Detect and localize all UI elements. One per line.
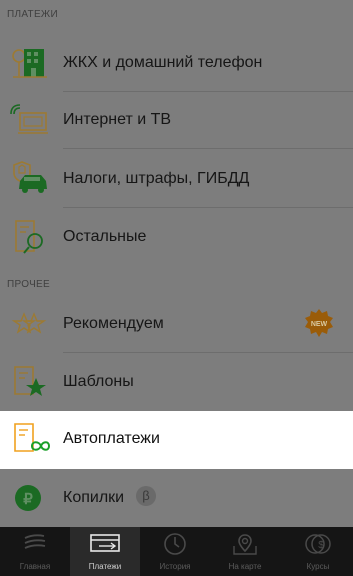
other-item-templates[interactable]: Шаблоны — [0, 354, 353, 411]
payment-item-taxes-fines[interactable]: Налоги, штрафы, ГИБДД — [0, 151, 353, 208]
item-label: ЖКХ и домашний телефон — [63, 54, 263, 71]
stars-icon — [11, 312, 47, 334]
piggy-ruble-icon: ₽ — [15, 485, 41, 511]
item-label: Рекомендуем — [63, 315, 164, 332]
payment-item-utilities[interactable]: ЖКХ и домашний телефон — [0, 35, 353, 92]
car-shield-icon — [13, 161, 47, 193]
tab-map[interactable]: На карте — [210, 527, 280, 576]
bank-logo-icon — [24, 534, 46, 549]
divider — [63, 207, 353, 208]
svg-text:₽: ₽ — [23, 491, 33, 508]
tab-label: Курсы — [306, 562, 330, 571]
section-title: ПЛАТЕЖИ — [7, 9, 58, 20]
document-star-icon — [14, 366, 46, 396]
payment-item-other[interactable]: Остальные — [0, 209, 353, 266]
new-badge: NEW — [305, 309, 333, 337]
item-label: Интернет и ТВ — [63, 111, 172, 128]
tab-rates[interactable]: $ Курсы — [283, 527, 353, 576]
transfer-icon — [90, 534, 120, 552]
item-label: Копилки — [63, 489, 125, 506]
document-infinity-icon — [14, 423, 50, 452]
beta-badge: β — [136, 486, 156, 506]
other-item-autopayments[interactable]: Автоплатежи — [0, 411, 353, 469]
badge-text: NEW — [311, 321, 328, 328]
payment-item-internet-tv[interactable]: Интернет и ТВ — [0, 92, 353, 149]
item-label: Остальные — [63, 228, 147, 245]
divider — [63, 352, 353, 353]
tab-label: История — [159, 562, 191, 571]
monitor-icon — [10, 104, 48, 134]
currency-icon: $ — [305, 534, 331, 554]
other-item-recommended[interactable]: Рекомендуем NEW — [0, 296, 353, 353]
tab-label: Главная — [19, 562, 51, 571]
svg-text:$: $ — [318, 540, 324, 551]
section-header-payments: ПЛАТЕЖИ — [0, 0, 353, 28]
building-icon — [12, 49, 47, 78]
other-item-piggy-banks[interactable]: ₽ Копилки β — [0, 470, 353, 527]
map-pin-icon — [233, 534, 257, 555]
section-header-other: ПРОЧЕЕ — [0, 270, 353, 298]
clock-icon — [164, 533, 186, 555]
document-search-icon — [15, 220, 43, 254]
section-title: ПРОЧЕЕ — [7, 279, 51, 290]
tab-label: На карте — [228, 562, 262, 571]
item-label: Шаблоны — [63, 373, 134, 390]
tab-bar: Главная Платежи История На карте $ Курсы — [0, 527, 353, 576]
tab-main[interactable]: Главная — [0, 527, 70, 576]
payments-screen: ПЛАТЕЖИ ЖКХ и домашний телефон Интернет … — [0, 0, 353, 527]
tab-label: Платежи — [88, 562, 122, 571]
tab-history[interactable]: История — [140, 527, 210, 576]
item-label: Налоги, штрафы, ГИБДД — [63, 170, 250, 187]
tab-payments[interactable]: Платежи — [70, 527, 140, 576]
item-label: Автоплатежи — [63, 430, 160, 447]
divider — [63, 148, 353, 149]
